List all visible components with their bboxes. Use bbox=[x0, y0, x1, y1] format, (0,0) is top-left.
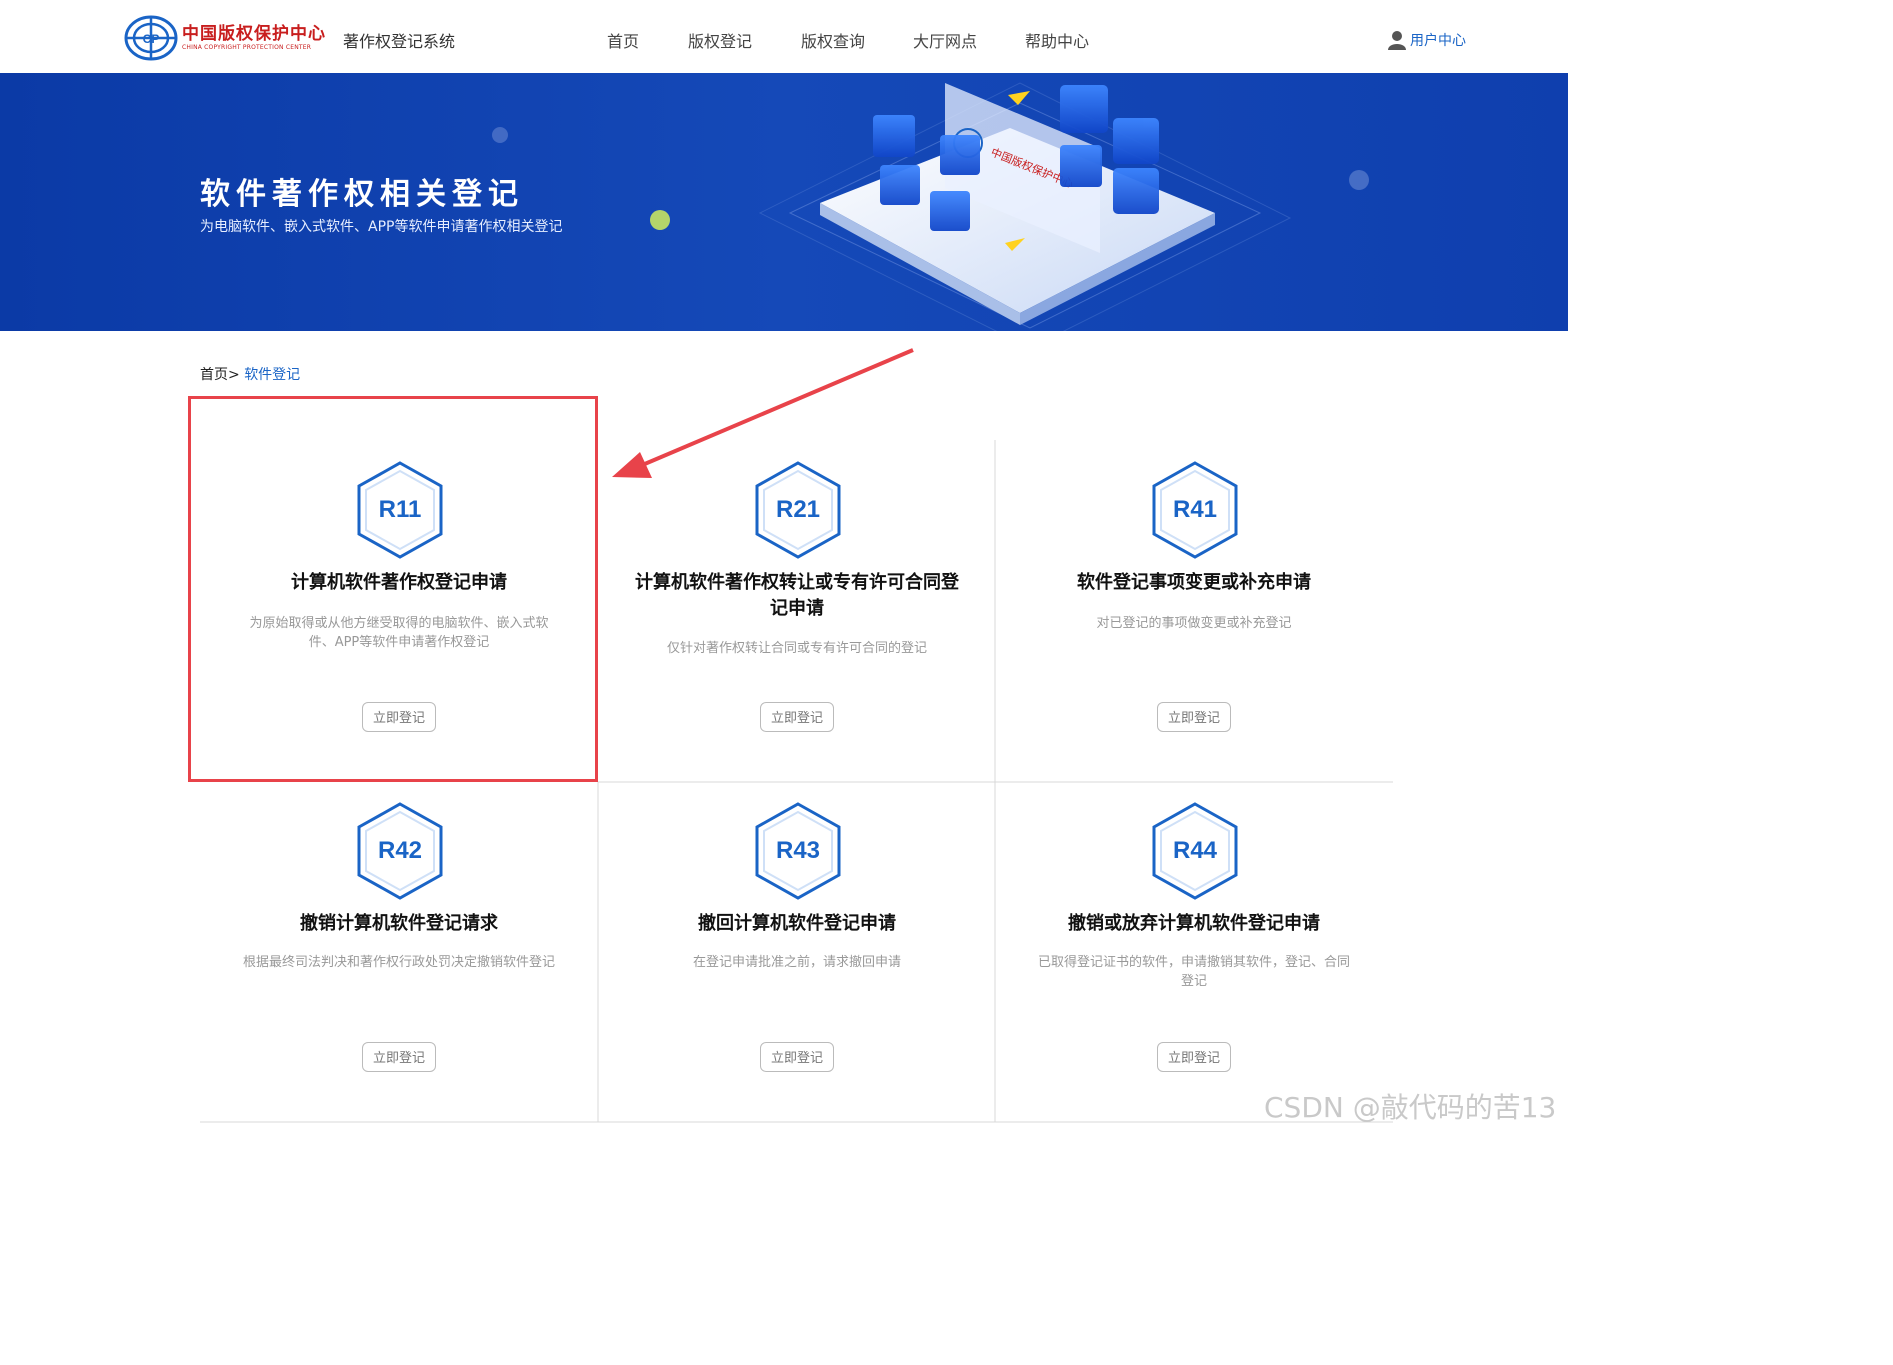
breadcrumb-separator: > bbox=[228, 367, 240, 383]
copyright-center-logo-icon: CP bbox=[124, 15, 178, 61]
card-title: 计算机软件著作权转让或专有许可合同登记申请 bbox=[635, 572, 959, 619]
register-now-button[interactable]: 立即登记 bbox=[1157, 702, 1231, 732]
svg-text:CP: CP bbox=[143, 32, 160, 46]
register-now-button[interactable]: 立即登记 bbox=[362, 1042, 436, 1072]
card-code: R42 bbox=[377, 837, 423, 864]
nav-item-copyright-registration[interactable]: 版权登记 bbox=[688, 28, 752, 52]
logo-english-name: CHINA COPYRIGHT PROTECTION CENTER bbox=[182, 44, 312, 51]
card-r41: R41 软件登记事项变更或补充申请 对已登记的事项做变更或补充登记 立即登记 bbox=[995, 442, 1393, 782]
card-r43: R43 撤回计算机软件登记申请 在登记申请批准之前，请求撤回申请 立即登记 bbox=[598, 783, 996, 1123]
card-description: 对已登记的事项做变更或补充登记 bbox=[1096, 616, 1292, 631]
card-r42: R42 撤销计算机软件登记请求 根据最终司法判决和著作权行政处罚决定撤销软件登记… bbox=[200, 783, 598, 1123]
card-title: 撤回计算机软件登记申请 bbox=[698, 913, 896, 934]
user-center-link[interactable]: 用户中心 bbox=[1388, 30, 1466, 50]
register-now-button[interactable]: 立即登记 bbox=[760, 1042, 834, 1072]
user-center-label: 用户中心 bbox=[1410, 33, 1466, 49]
card-r44: R44 撤销或放弃计算机软件登记申请 已取得登记证书的软件，申请撤销其软件，登记… bbox=[995, 783, 1393, 1123]
card-r21: R21 计算机软件著作权转让或专有许可合同登记申请 仅针对著作权转让合同或专有许… bbox=[598, 442, 996, 782]
card-description: 为原始取得或从他方继受取得的电脑软件、嵌入式软件、APP等软件申请著作权登记 bbox=[249, 616, 549, 650]
nav-item-service-halls[interactable]: 大厅网点 bbox=[913, 28, 977, 52]
breadcrumb-current[interactable]: 软件登记 bbox=[244, 367, 300, 383]
system-name: 著作权登记系统 bbox=[343, 32, 456, 51]
card-description: 根据最终司法判决和著作权行政处罚决定撤销软件登记 bbox=[242, 955, 555, 970]
card-code: R21 bbox=[775, 496, 821, 523]
nav-item-copyright-query[interactable]: 版权查询 bbox=[801, 28, 865, 52]
site-logo[interactable]: CP 中国版权保护中心 CHINA COPYRIGHT PROTECTION C… bbox=[124, 14, 329, 62]
banner-title: 软件著作权相关登记 bbox=[200, 177, 524, 212]
logo-chinese-name: 中国版权保护中心 bbox=[182, 24, 326, 44]
card-title: 撤销计算机软件登记请求 bbox=[300, 913, 498, 934]
nav-item-home[interactable]: 首页 bbox=[607, 28, 639, 52]
card-description: 已取得登记证书的软件，申请撤销其软件，登记、合同登记 bbox=[1037, 955, 1350, 989]
register-now-button[interactable]: 立即登记 bbox=[1157, 1042, 1231, 1072]
card-code: R11 bbox=[378, 496, 422, 523]
user-icon bbox=[1388, 31, 1406, 50]
card-description: 在登记申请批准之前，请求撤回申请 bbox=[692, 955, 901, 970]
nav-item-help-center[interactable]: 帮助中心 bbox=[1025, 28, 1089, 52]
banner-subtitle: 为电脑软件、嵌入式软件、APP等软件申请著作权相关登记 bbox=[200, 219, 563, 235]
register-now-button[interactable]: 立即登记 bbox=[362, 702, 436, 732]
register-now-button[interactable]: 立即登记 bbox=[760, 702, 834, 732]
card-r11: R11 计算机软件著作权登记申请 为原始取得或从他方继受取得的电脑软件、嵌入式软… bbox=[200, 442, 598, 782]
card-code: R41 bbox=[1172, 496, 1218, 523]
breadcrumb: 首页> 软件登记 bbox=[200, 364, 300, 384]
top-header: CP 中国版权保护中心 CHINA COPYRIGHT PROTECTION C… bbox=[0, 0, 1568, 73]
card-title: 计算机软件著作权登记申请 bbox=[291, 572, 507, 593]
csdn-watermark: CSDN @敲代码的苦13 bbox=[1264, 1091, 1557, 1124]
card-title: 撤销或放弃计算机软件登记申请 bbox=[1068, 913, 1320, 934]
card-code: R43 bbox=[775, 837, 821, 864]
hero-banner: 中国版权保护中心 软件著作权相关登记 为电脑软件、嵌入式软件、APP等软件申请著… bbox=[0, 73, 1568, 331]
card-title: 软件登记事项变更或补充申请 bbox=[1077, 572, 1311, 593]
card-code: R44 bbox=[1172, 837, 1218, 864]
breadcrumb-home[interactable]: 首页 bbox=[200, 367, 228, 383]
card-description: 仅针对著作权转让合同或专有许可合同的登记 bbox=[666, 641, 927, 656]
